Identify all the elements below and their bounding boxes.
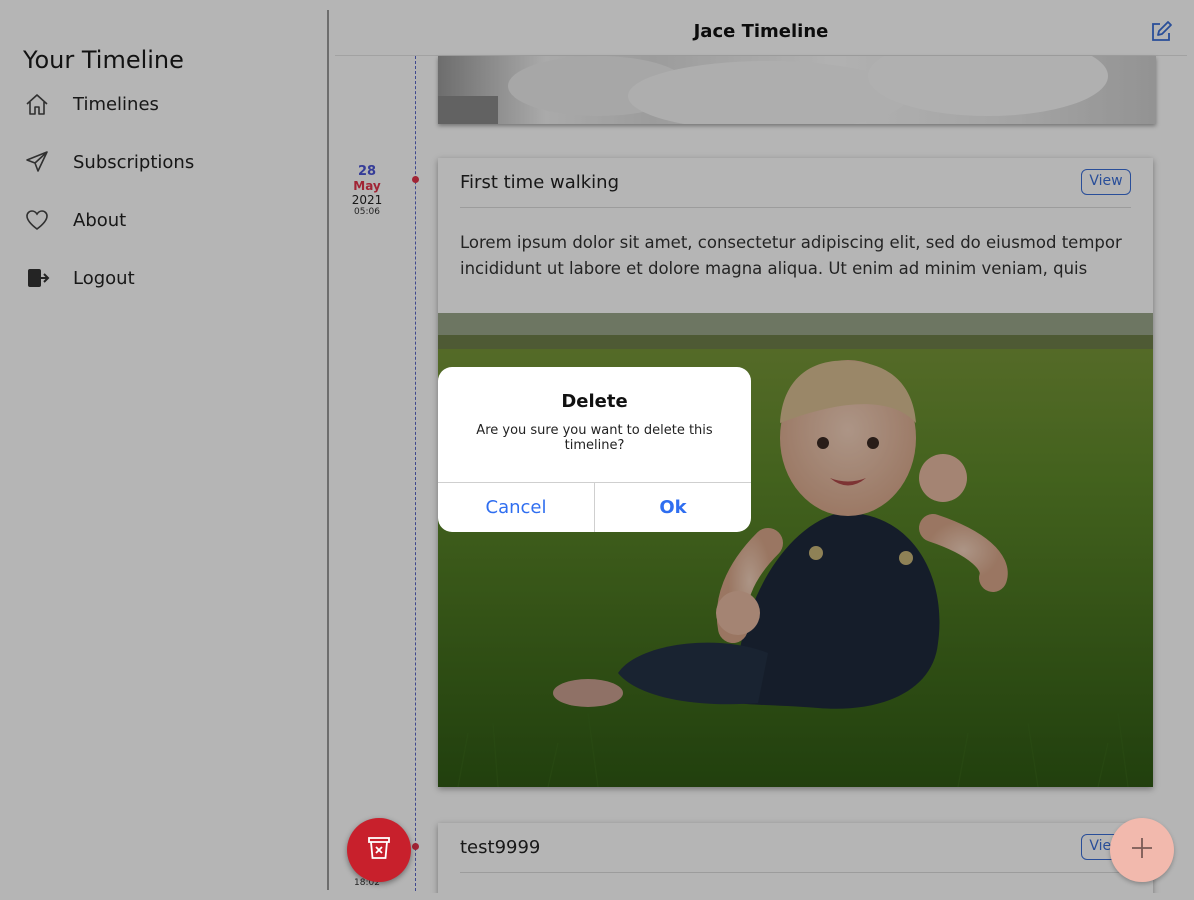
add-entry-button[interactable] [1110, 818, 1174, 882]
delete-button[interactable] [347, 818, 411, 882]
plus-icon [1129, 835, 1155, 866]
delete-dialog: Delete Are you sure you want to delete t… [438, 367, 751, 532]
dialog-title: Delete [561, 391, 628, 412]
dialog-message: Are you sure you want to delete this tim… [476, 423, 713, 453]
cancel-button[interactable]: Cancel [438, 483, 594, 532]
ok-button[interactable]: Ok [594, 483, 751, 532]
dialog-actions: Cancel Ok [438, 482, 751, 532]
trash-icon [364, 833, 394, 868]
